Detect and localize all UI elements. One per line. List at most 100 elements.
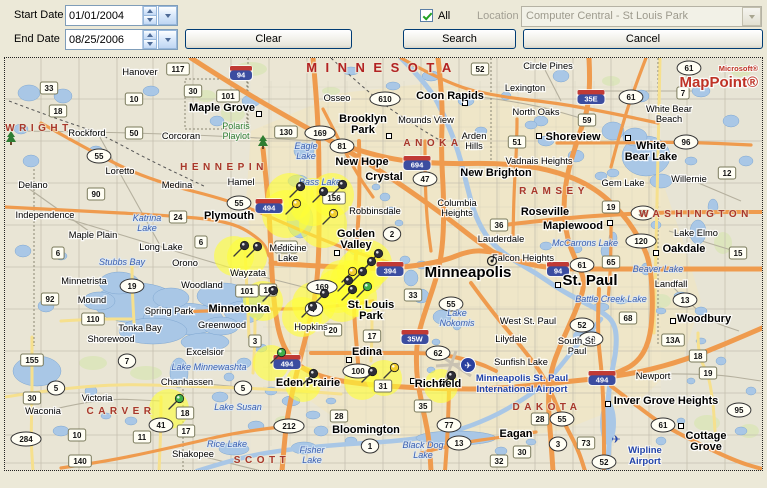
svg-text:61: 61 <box>685 64 694 73</box>
svg-text:62: 62 <box>434 349 443 358</box>
route-shield: 77 <box>436 417 462 433</box>
route-shield: 155 <box>20 353 44 367</box>
city-label: Falcon Heights <box>492 253 554 263</box>
route-shield: 33 <box>403 288 423 302</box>
city-marker <box>536 133 542 139</box>
city-label: Hanover <box>122 67 157 77</box>
svg-text:30: 30 <box>518 448 527 457</box>
city-label: North Oaks <box>512 107 559 117</box>
start-date-dropdown-button[interactable] <box>158 6 177 25</box>
chevron-down-icon <box>164 13 171 18</box>
route-shield: 694 <box>402 155 432 171</box>
city-label: South St. <box>558 336 596 346</box>
city-label: Greenwood <box>198 320 246 330</box>
spin-up-button[interactable] <box>143 6 157 16</box>
svg-text:7: 7 <box>125 357 130 366</box>
svg-text:35W: 35W <box>407 334 423 343</box>
route-shield: 101 <box>235 284 259 298</box>
city-label: Beach <box>656 114 682 124</box>
cancel-button[interactable]: Cancel <box>523 29 763 49</box>
svg-text:100: 100 <box>351 367 365 376</box>
city-label: Delano <box>18 180 47 190</box>
route-shield: 55 <box>549 411 575 427</box>
svg-text:120: 120 <box>634 237 648 246</box>
location-label: Location <box>477 10 519 22</box>
city-label: Crystal <box>365 171 402 183</box>
svg-text:101: 101 <box>221 92 235 101</box>
city-marker <box>625 135 631 141</box>
svg-text:15: 15 <box>734 249 743 258</box>
svg-text:394: 394 <box>384 266 397 275</box>
start-date-input[interactable] <box>66 6 142 25</box>
svg-text:12: 12 <box>723 169 732 178</box>
start-date-field <box>65 5 178 26</box>
route-shield: 52 <box>470 62 490 76</box>
svg-text:2: 2 <box>390 230 395 239</box>
svg-text:3: 3 <box>253 337 258 346</box>
svg-text:✈: ✈ <box>464 361 472 371</box>
city-label: Bloomington <box>332 424 400 436</box>
route-shield: 61 <box>650 417 676 433</box>
lake-label: Nokomis <box>439 318 475 328</box>
route-shield: 62 <box>425 345 451 361</box>
lake-label: Katrina <box>133 213 162 223</box>
route-shield: 13A <box>661 333 685 347</box>
all-checkbox[interactable] <box>420 9 433 22</box>
svg-text:95: 95 <box>735 406 744 415</box>
svg-text:3: 3 <box>556 440 561 449</box>
city-label: Lauderdale <box>478 234 525 244</box>
city-label: Valley <box>340 239 372 251</box>
spin-down-button[interactable] <box>143 40 157 49</box>
svg-text:61: 61 <box>578 261 587 270</box>
svg-text:20: 20 <box>329 326 338 335</box>
route-shield: 68 <box>618 311 638 325</box>
svg-text:494: 494 <box>263 203 276 212</box>
svg-text:494: 494 <box>281 359 294 368</box>
clear-button[interactable]: Clear <box>185 29 352 49</box>
map-canvas[interactable]: ✈✈9469435E394 9449435W4944945561016981476… <box>5 58 762 470</box>
end-date-input[interactable] <box>66 30 142 49</box>
spin-down-button[interactable] <box>143 16 157 25</box>
state-label: MINNESOTA <box>306 60 460 75</box>
route-shield: 52 <box>591 454 617 470</box>
route-shield: 96 <box>673 134 699 150</box>
lake-label: Lake Minnewashta <box>171 362 246 372</box>
city-label: Inver Grove Heights <box>614 395 719 407</box>
search-button[interactable]: Search <box>403 29 516 49</box>
city-label: Bear Lake <box>625 151 678 163</box>
city-label: Mound <box>78 295 106 305</box>
route-shield: 6 <box>51 246 65 260</box>
city-label: Hamel <box>228 177 255 187</box>
lake-label: Lake <box>413 450 433 460</box>
route-shield: 15 <box>728 246 748 260</box>
svg-text:18: 18 <box>54 107 63 116</box>
route-shield: 120 <box>625 233 657 249</box>
svg-text:65: 65 <box>607 258 616 267</box>
city-marker <box>386 133 392 139</box>
lake-label: Lake Susan <box>214 402 262 412</box>
city-label: Park <box>351 124 376 136</box>
map[interactable]: ✈ ✈ 94 694 35E 394 94 494 35W 494 494 55 610 169 81 47 6… <box>4 57 763 471</box>
city-label: Independence <box>16 210 75 220</box>
spin-up-button[interactable] <box>143 30 157 40</box>
city-label: Woodbury <box>677 313 732 325</box>
mappoint-logo: Microsoft® <box>719 64 759 73</box>
svg-text:81: 81 <box>338 142 347 151</box>
city-label: Landfall <box>655 279 688 289</box>
svg-text:52: 52 <box>600 458 609 467</box>
chevron-down-icon <box>748 14 755 19</box>
route-shield: 3 <box>548 436 568 452</box>
route-shield: 13 <box>446 435 472 451</box>
city-label: Victoria <box>82 393 114 403</box>
mappoint-logo: MapPoint® <box>679 74 758 91</box>
end-date-dropdown-button[interactable] <box>158 30 177 49</box>
svg-text:94: 94 <box>237 70 246 79</box>
route-shield: 32 <box>489 454 509 468</box>
route-shield: 610 <box>369 91 401 107</box>
start-date-spinner <box>142 6 157 25</box>
svg-text:284: 284 <box>19 435 33 444</box>
svg-text:169: 169 <box>313 129 327 138</box>
city-label: Lake Elmo <box>674 228 718 238</box>
svg-text:11: 11 <box>138 433 147 442</box>
svg-text:155: 155 <box>25 356 39 365</box>
